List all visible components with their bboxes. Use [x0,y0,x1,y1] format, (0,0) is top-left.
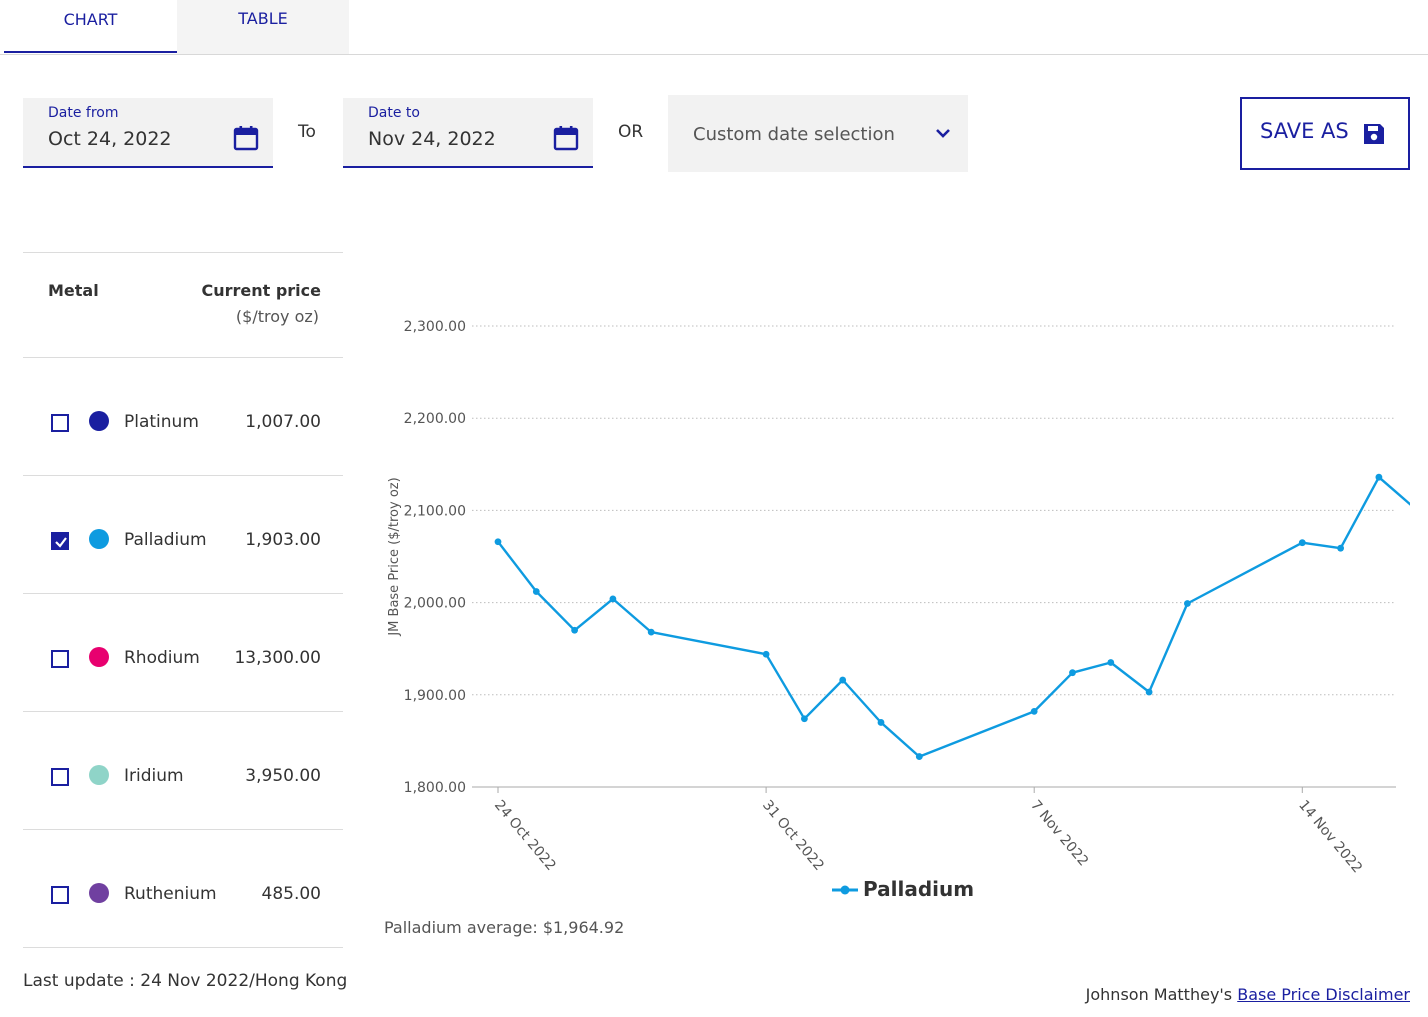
date-from-value[interactable]: Oct 24, 2022 [48,128,172,150]
date-from-label: Date from [48,105,119,121]
data-point [1337,544,1344,552]
x-tick-label: 14 Nov 2022 [1295,797,1365,876]
metal-checkbox[interactable] [51,768,69,786]
metal-checkbox[interactable] [51,650,69,668]
tab-bar: CHART TABLE [0,0,1428,55]
tab-table[interactable]: TABLE [177,0,349,54]
y-tick-label: 2,300.00 [404,319,466,335]
data-point [877,719,885,726]
y-tick-label: 1,900.00 [404,688,466,704]
data-point [532,588,540,595]
date-from-field[interactable]: Date from Oct 24, 2022 [23,98,273,168]
chevron-down-icon [936,129,950,138]
metal-price: 13,300.00 [234,648,321,668]
metal-color-dot [89,765,109,785]
custom-date-select[interactable]: Custom date selection [668,95,968,172]
metals-table: Metal Current price ($/troy oz) Platinum… [23,252,343,948]
metal-color-dot [89,411,109,431]
metal-checkbox[interactable] [51,886,69,904]
data-point [1030,707,1038,715]
x-tick-label: 7 Nov 2022 [1027,797,1091,869]
data-point [1184,600,1191,607]
y-tick-label: 2,100.00 [404,503,466,519]
data-point [839,676,847,684]
metal-row-platinum: Platinum 1,007.00 [23,358,343,476]
save-icon [1364,124,1384,144]
data-point [609,595,617,603]
metal-color-dot [89,647,109,667]
y-tick-label: 2,000.00 [404,596,466,612]
to-label: To [298,122,316,142]
date-to-field[interactable]: Date to Nov 24, 2022 [343,98,593,168]
save-as-button[interactable]: SAVE AS [1240,97,1410,170]
date-to-label: Date to [368,105,420,121]
last-update-text: Last update : 24 Nov 2022/Hong Kong [23,971,348,991]
data-point [571,626,578,634]
metal-price: 1,903.00 [245,530,321,550]
metal-row-iridium: Iridium 3,950.00 [23,712,343,830]
metal-row-palladium: Palladium 1,903.00 [23,476,343,594]
y-tick-label: 2,200.00 [404,411,466,427]
calendar-icon[interactable] [233,125,259,151]
metal-name: Rhodium [124,648,200,668]
metal-price: 1,007.00 [245,412,321,432]
metal-row-ruthenium: Ruthenium 485.00 [23,830,343,948]
disclaimer-link[interactable]: Base Price Disclaimer [1237,985,1410,1004]
data-point [647,628,655,636]
data-point [1069,669,1076,677]
or-label: OR [618,122,644,142]
metal-name: Palladium [124,530,207,550]
metals-table-header: Metal Current price ($/troy oz) [23,252,343,358]
metal-color-dot [89,529,109,549]
x-tick-label: 31 Oct 2022 [759,797,827,874]
tab-chart[interactable]: CHART [4,0,177,53]
calendar-icon[interactable] [553,125,579,151]
price-chart: 1,800.00 1,900.00 2,000.00 2,100.00 2,200.00… [387,319,1410,901]
y-axis-label: JM Base Price ($/troy oz) [387,477,402,636]
price-column-header: Current price [201,281,321,300]
data-point [1375,473,1383,481]
metal-name: Iridium [124,766,184,786]
x-tick-label: 24 Oct 2022 [491,797,559,874]
metal-row-rhodium: Rhodium 13,300.00 [23,594,343,712]
series-line-palladium [497,475,1410,758]
date-to-value[interactable]: Nov 24, 2022 [368,128,496,150]
price-unit-label: ($/troy oz) [235,307,319,326]
metal-color-dot [89,883,109,903]
metal-column-header: Metal [48,281,99,300]
custom-date-select-value: Custom date selection [693,124,895,145]
data-point [1107,659,1115,666]
y-tick-label: 1,800.00 [404,780,466,796]
save-as-label: SAVE AS [1260,119,1349,143]
disclaimer: Johnson Matthey's Base Price Disclaimer [1086,985,1410,1004]
metal-checkbox[interactable] [51,414,69,432]
average-text: Palladium average: $1,964.92 [384,918,625,937]
check-icon [55,537,67,548]
metal-checkbox[interactable] [51,532,69,550]
data-point [801,715,808,723]
metal-name: Ruthenium [124,884,217,904]
data-point [762,650,770,658]
metal-price: 3,950.00 [245,766,321,786]
metal-price: 485.00 [261,884,321,904]
data-point [1145,688,1153,696]
metal-name: Platinum [124,412,199,432]
disclaimer-prefix: Johnson Matthey's [1085,985,1238,1004]
data-point [915,753,923,760]
data-point [494,538,502,546]
data-point [1298,539,1306,547]
legend-label: Palladium [863,877,974,901]
legend-marker [840,885,850,895]
